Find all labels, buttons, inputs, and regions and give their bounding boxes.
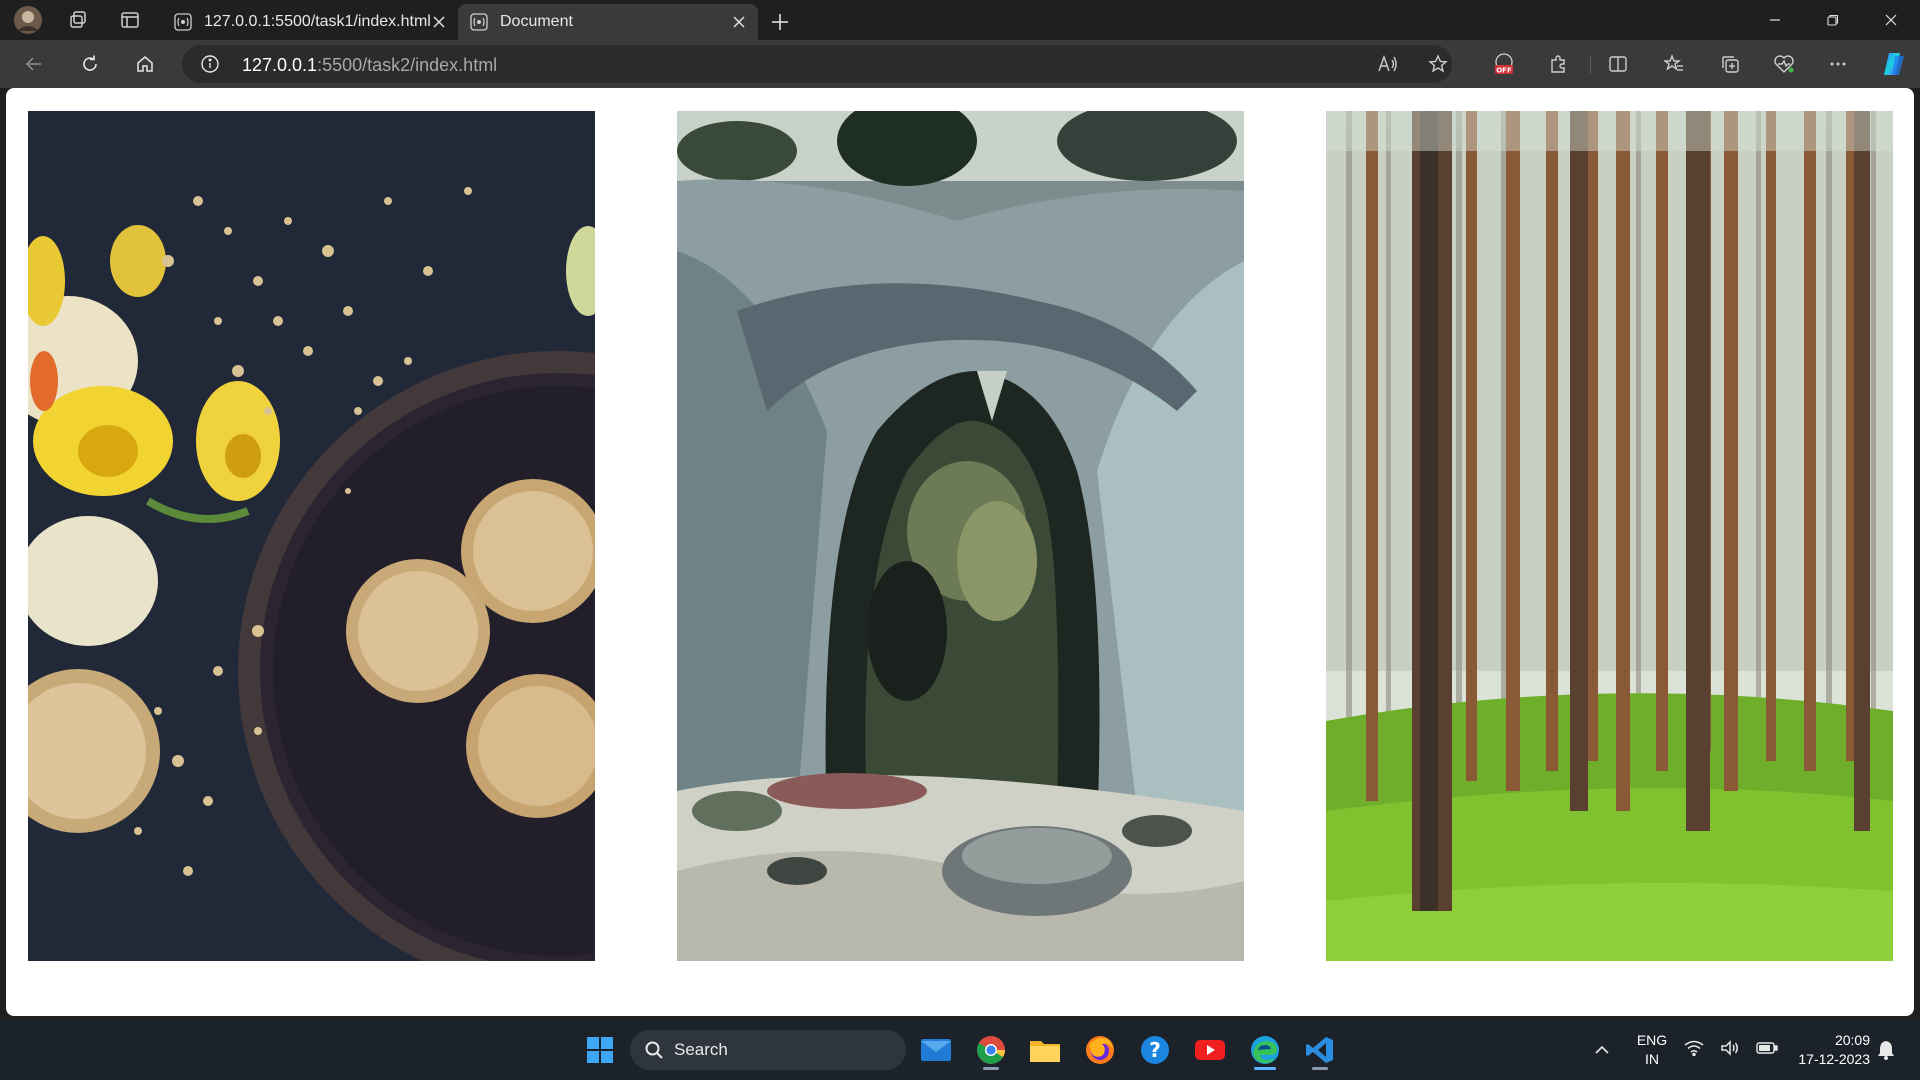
windows-taskbar: Search ? ENG IN 20:09 17-12-2023 xyxy=(0,1020,1920,1080)
clock[interactable]: 20:09 17-12-2023 xyxy=(1780,1031,1870,1069)
split-screen-icon[interactable] xyxy=(1600,48,1636,80)
favorites-list-icon[interactable] xyxy=(1656,48,1692,80)
rock-arch-photo xyxy=(677,111,1244,961)
search-label: Search xyxy=(674,1040,728,1059)
tab-title: Document xyxy=(500,13,573,30)
copilot-icon[interactable] xyxy=(1876,48,1912,80)
mail-app-icon[interactable] xyxy=(916,1030,956,1070)
language-indicator[interactable]: ENG IN xyxy=(1632,1031,1672,1069)
wifi-icon xyxy=(1684,1040,1704,1061)
close-window-button[interactable] xyxy=(1862,0,1920,40)
clock-time: 20:09 xyxy=(1834,1032,1870,1048)
file-explorer-icon[interactable] xyxy=(1025,1030,1065,1070)
adblock-extension-icon[interactable]: OFF xyxy=(1486,48,1522,80)
toolbar-divider xyxy=(1590,56,1591,74)
home-button[interactable] xyxy=(127,48,163,80)
close-tab-icon[interactable] xyxy=(430,13,448,31)
notifications-bell-icon[interactable] xyxy=(1866,1030,1906,1070)
region-code: IN xyxy=(1645,1051,1659,1067)
youtube-app-icon[interactable] xyxy=(1190,1030,1230,1070)
back-button[interactable] xyxy=(16,48,52,80)
language-code: ENG xyxy=(1636,1032,1668,1048)
settings-more-icon[interactable] xyxy=(1820,48,1856,80)
address-bar[interactable]: 127.0.0.1:5500/task2/index.html xyxy=(182,45,1452,83)
page-viewport xyxy=(6,88,1914,1016)
minimize-button[interactable] xyxy=(1746,0,1804,40)
live-server-icon xyxy=(470,13,488,31)
vscode-app-icon[interactable] xyxy=(1300,1030,1340,1070)
browser-titlebar: 127.0.0.1:5500/task1/index.html Document xyxy=(0,0,1920,40)
running-indicator xyxy=(1312,1067,1328,1070)
show-hidden-icons-chevron-icon[interactable] xyxy=(1582,1030,1622,1070)
running-indicator xyxy=(983,1067,999,1070)
url-text[interactable]: 127.0.0.1:5500/task2/index.html xyxy=(242,55,497,76)
new-tab-button[interactable] xyxy=(764,6,796,38)
collections-icon[interactable] xyxy=(1712,48,1748,80)
url-path: :5500/task2/index.html xyxy=(317,55,498,75)
search-icon xyxy=(644,1040,664,1060)
close-tab-icon[interactable] xyxy=(730,13,748,31)
refresh-button[interactable] xyxy=(72,48,108,80)
extensions-icon[interactable] xyxy=(1540,48,1576,80)
chrome-app-icon[interactable] xyxy=(971,1030,1011,1070)
read-aloud-icon[interactable] xyxy=(1370,48,1406,80)
battery-icon xyxy=(1756,1041,1778,1060)
clock-date: 17-12-2023 xyxy=(1798,1051,1870,1067)
favorite-star-icon[interactable] xyxy=(1420,48,1456,80)
volume-icon xyxy=(1720,1039,1740,1061)
site-info-icon[interactable] xyxy=(200,54,220,74)
firefox-app-icon[interactable] xyxy=(1080,1030,1120,1070)
cookies-and-daffodils-photo xyxy=(28,111,595,961)
pine-forest-photo xyxy=(1326,111,1893,961)
tab-document[interactable]: Document xyxy=(458,4,758,40)
tab-title: 127.0.0.1:5500/task1/index.html xyxy=(204,13,431,30)
url-host: 127.0.0.1 xyxy=(242,55,318,75)
tab-task1[interactable]: 127.0.0.1:5500/task1/index.html xyxy=(162,4,458,40)
active-indicator xyxy=(1254,1067,1276,1070)
edge-app-icon[interactable] xyxy=(1245,1030,1285,1070)
help-app-icon[interactable]: ? xyxy=(1135,1030,1175,1070)
svg-text:?: ? xyxy=(1149,1038,1161,1062)
system-tray-status[interactable] xyxy=(1676,1030,1786,1070)
svg-text:OFF: OFF xyxy=(1496,67,1512,75)
browser-essentials-icon[interactable] xyxy=(1766,48,1802,80)
workspaces-icon[interactable] xyxy=(58,0,98,40)
browser-toolbar: 127.0.0.1:5500/task2/index.html OFF xyxy=(0,40,1920,88)
taskbar-search[interactable]: Search xyxy=(630,1030,906,1070)
restore-button[interactable] xyxy=(1804,0,1862,40)
start-button[interactable] xyxy=(580,1030,620,1070)
live-server-icon xyxy=(174,13,192,31)
tab-actions-icon[interactable] xyxy=(110,0,150,40)
profile-avatar[interactable] xyxy=(8,0,48,40)
